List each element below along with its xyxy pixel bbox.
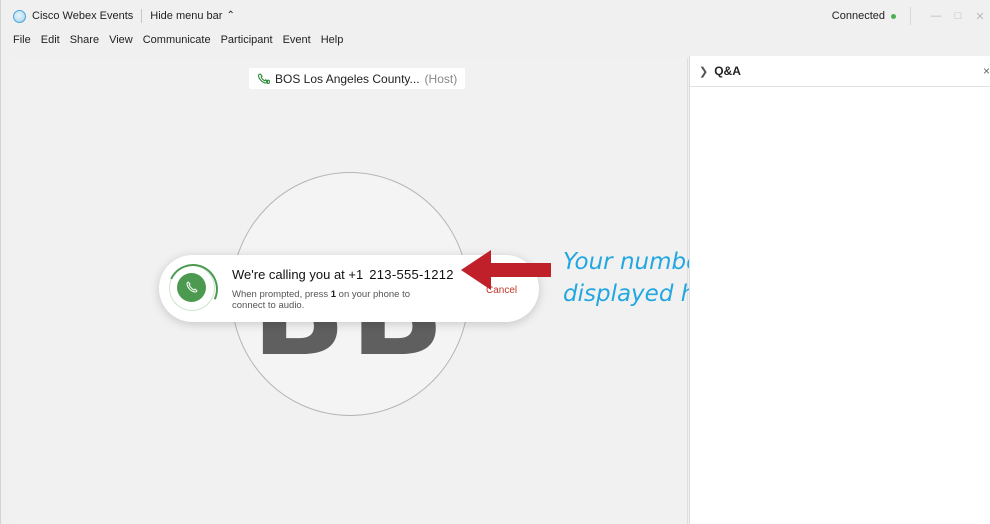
title-bar-right: Connected — □ ✕: [832, 0, 990, 32]
hide-menu-bar-button[interactable]: Hide menu bar ⌃: [150, 10, 235, 22]
window-controls-divider: [910, 7, 911, 25]
call-status-button: [177, 273, 206, 302]
webex-logo-icon: [13, 9, 26, 23]
hide-menu-bar-label: Hide menu bar: [150, 10, 223, 22]
menu-event[interactable]: Event: [283, 34, 311, 52]
annotation-arrow-icon: [461, 250, 551, 290]
app-title: Cisco Webex Events: [32, 10, 134, 22]
chevron-right-icon[interactable]: ❯: [699, 65, 708, 78]
calling-title-prefix: We're calling you at +1: [232, 267, 364, 282]
menu-edit[interactable]: Edit: [41, 34, 60, 52]
host-role: (Host): [424, 71, 458, 86]
menu-share[interactable]: Share: [70, 34, 99, 52]
calling-title: We're calling you at +1 213-555-1212: [232, 267, 454, 282]
connection-status-label: Connected: [831, 10, 885, 22]
connection-status: Connected: [832, 10, 896, 22]
title-bar: Cisco Webex Events Hide menu bar ⌃ Conne…: [1, 0, 990, 32]
minimize-icon[interactable]: —: [925, 10, 947, 22]
menu-bar: File Edit Share View Communicate Partici…: [13, 34, 343, 52]
menu-participant[interactable]: Participant: [221, 34, 273, 52]
close-window-icon[interactable]: ✕: [969, 10, 990, 23]
status-dot-icon: [891, 13, 896, 19]
menu-communicate[interactable]: Communicate: [143, 34, 211, 52]
calling-phone-number: 213-555-1212: [369, 267, 454, 282]
host-name: BOS Los Angeles County...: [275, 71, 420, 86]
call-progress-ring: [169, 265, 215, 311]
active-speaker-label: BOS Los Angeles County... (Host): [249, 68, 466, 89]
title-divider: [141, 9, 143, 23]
qa-panel-header[interactable]: ❯ Q&A ×: [690, 56, 990, 87]
qa-close-icon[interactable]: ×: [983, 64, 990, 78]
instructions-before: When prompted, press: [232, 289, 331, 300]
phone-icon: [257, 73, 270, 84]
qa-panel-title: Q&A: [714, 64, 741, 78]
maximize-icon[interactable]: □: [947, 10, 969, 22]
chevron-up-icon: ⌃: [226, 10, 235, 21]
webex-window: Cisco Webex Events Hide menu bar ⌃ Conne…: [0, 0, 990, 524]
menu-help[interactable]: Help: [321, 34, 344, 52]
menu-file[interactable]: File: [13, 34, 31, 52]
calling-instructions: When prompted, press 1 on your phone to …: [232, 289, 432, 311]
menu-view[interactable]: View: [109, 34, 133, 52]
handset-icon: [186, 281, 198, 293]
qa-panel: ❯ Q&A ×: [689, 56, 990, 524]
